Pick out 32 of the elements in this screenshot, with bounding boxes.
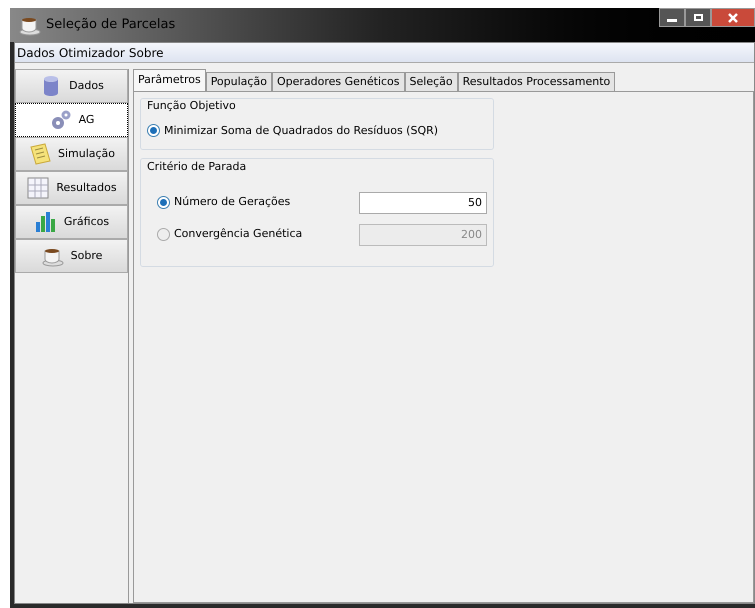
note-icon <box>28 142 52 166</box>
bar-chart-icon <box>34 210 58 234</box>
window-title: Seleção de Parcelas <box>46 16 176 34</box>
sidebar-item[interactable]: Dados <box>15 69 128 103</box>
tab[interactable]: Resultados Processamento <box>458 72 616 91</box>
radio-button[interactable] <box>147 124 160 138</box>
maximize-icon <box>694 14 702 21</box>
tab[interactable]: População <box>206 72 272 91</box>
tab[interactable]: Parâmetros <box>133 69 206 91</box>
close-button[interactable] <box>711 8 755 27</box>
grid-icon <box>26 176 50 200</box>
radio-label: Minimizar Soma de Quadrados do Resíduos (SQR) <box>164 122 438 138</box>
maximize-button[interactable] <box>685 8 711 27</box>
menu-item[interactable]: Otimizador <box>56 44 127 62</box>
close-icon <box>728 12 738 22</box>
minimize-button[interactable] <box>659 8 685 27</box>
minimize-icon <box>667 19 677 22</box>
sidebar-item[interactable]: AG <box>15 103 128 137</box>
number-field[interactable]: 50 <box>359 192 487 214</box>
menu-item[interactable]: Sobre <box>126 44 166 62</box>
tab[interactable]: Seleção <box>404 72 458 91</box>
sidebar-item[interactable]: Sobre <box>15 239 128 273</box>
radio-button[interactable] <box>157 196 170 209</box>
group-title: Critério de Parada <box>147 159 248 175</box>
sidebar-item[interactable]: Resultados <box>15 171 128 205</box>
sidebar-item[interactable]: Gráficos <box>15 205 128 239</box>
radio-label: Número de Gerações <box>174 194 292 210</box>
menu-item[interactable]: Dados <box>15 44 57 62</box>
radio-label: Convergência Genética <box>174 226 304 242</box>
tab[interactable]: Operadores Genéticos <box>272 72 405 91</box>
group-title: Função Objetivo <box>147 98 237 114</box>
sidebar-item[interactable]: Simulação <box>15 137 128 171</box>
